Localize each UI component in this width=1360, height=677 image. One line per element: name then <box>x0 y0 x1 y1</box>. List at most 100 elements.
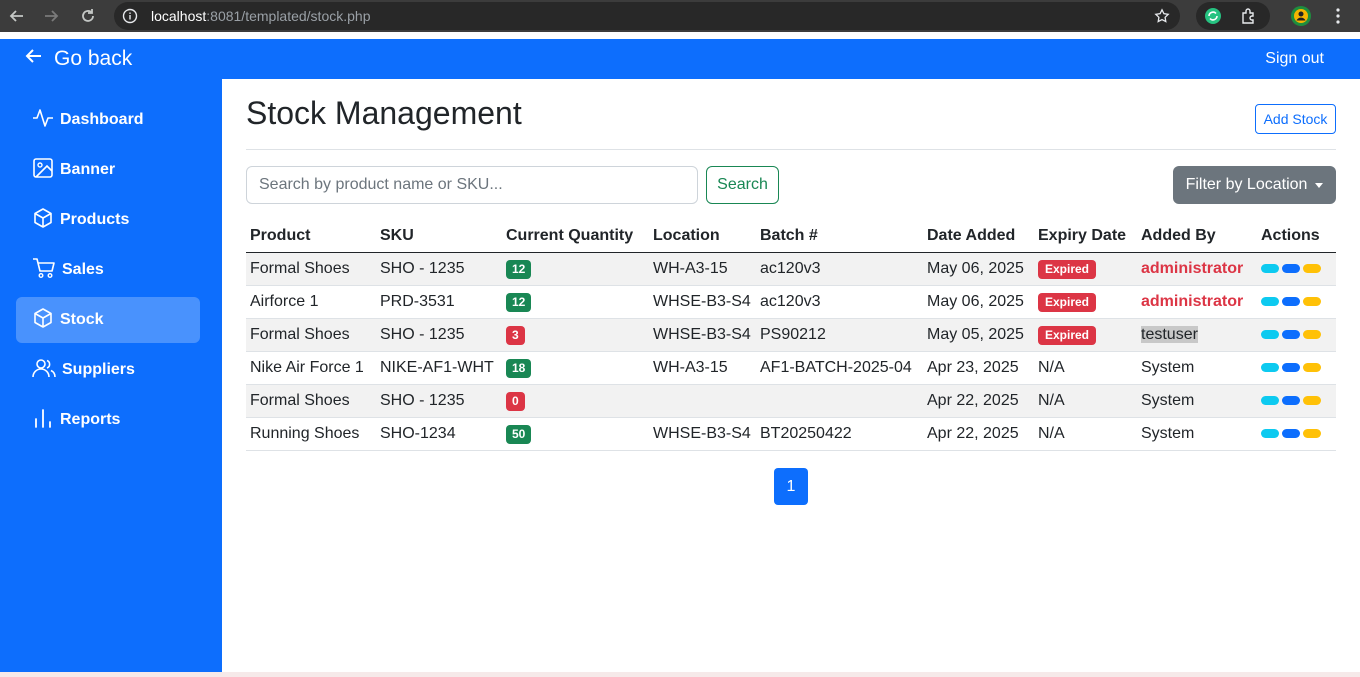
view-action-button[interactable] <box>1261 396 1279 406</box>
location-cell <box>649 384 756 418</box>
sidebar-item-label: Stock <box>60 311 104 328</box>
sidebar-item-sales[interactable]: Sales <box>16 247 200 293</box>
column-header[interactable]: Batch # <box>756 220 923 253</box>
batch-cell: ac120v3 <box>756 285 923 319</box>
puzzle-extensions-icon[interactable] <box>1240 7 1258 30</box>
edit-action-button[interactable] <box>1282 297 1300 307</box>
adjust-action-button[interactable] <box>1303 429 1321 439</box>
separator <box>0 32 1360 39</box>
table-header-row: Product SKU Current Quantity Location Ba… <box>246 220 1336 253</box>
expiry-cell: Expired <box>1034 318 1137 352</box>
actions-cell <box>1257 351 1336 385</box>
sidebar-item-label: Sales <box>62 261 104 278</box>
added-by-text: administrator <box>1141 293 1244 310</box>
quantity-cell: 50 <box>502 417 649 451</box>
search-input[interactable] <box>246 166 698 204</box>
product-cell: Formal Shoes <box>246 318 376 352</box>
adjust-action-button[interactable] <box>1303 297 1321 307</box>
address-bar[interactable]: localhost:8081/templated/stock.php <box>114 2 1180 30</box>
edit-action-button[interactable] <box>1282 396 1300 406</box>
back-arrow-icon[interactable] <box>4 0 30 32</box>
date-added-cell: May 06, 2025 <box>923 285 1034 319</box>
sidebar-item-label: Suppliers <box>62 361 135 378</box>
page-bottom-edge <box>0 672 1360 677</box>
quantity-cell: 18 <box>502 351 649 385</box>
forward-arrow-icon[interactable] <box>38 0 64 32</box>
sku-cell: SHO - 1235 <box>376 384 502 418</box>
added-by-text: System <box>1141 359 1195 376</box>
expiry-text: N/A <box>1038 359 1065 376</box>
sidebar: Dashboard Banner Products Sales Stock Su… <box>0 79 222 677</box>
go-back-label: Go back <box>54 47 133 70</box>
caret-down-icon <box>1315 182 1324 188</box>
date-added-cell: Apr 23, 2025 <box>923 351 1034 385</box>
filter-by-location-dropdown[interactable]: Filter by Location <box>1173 166 1336 204</box>
quantity-cell: 12 <box>502 285 649 319</box>
sign-out-link[interactable]: Sign out <box>1265 39 1324 79</box>
edit-action-button[interactable] <box>1282 429 1300 439</box>
product-cell: Airforce 1 <box>246 285 376 319</box>
edit-action-button[interactable] <box>1282 330 1300 340</box>
added-by-cell: System <box>1137 351 1257 385</box>
stock-table: Product SKU Current Quantity Location Ba… <box>246 220 1336 451</box>
edit-action-button[interactable] <box>1282 264 1300 274</box>
column-header[interactable]: Expiry Date <box>1034 220 1137 253</box>
view-action-button[interactable] <box>1261 297 1279 307</box>
expiry-cell: Expired <box>1034 285 1137 319</box>
view-action-button[interactable] <box>1261 330 1279 340</box>
box-icon <box>32 207 60 234</box>
table-row: Formal Shoes SHO - 1235 0 Apr 22, 2025 N/A Sy… <box>246 384 1336 418</box>
column-header[interactable]: Date Added <box>923 220 1034 253</box>
column-header[interactable]: Added By <box>1137 220 1257 253</box>
bookmark-star-icon[interactable] <box>1154 8 1170 24</box>
add-stock-button[interactable]: Add Stock <box>1255 104 1336 134</box>
column-header[interactable]: Current Quantity <box>502 220 649 253</box>
sku-cell: NIKE-AF1-WHT <box>376 351 502 385</box>
actions-cell <box>1257 417 1336 451</box>
profile-avatar-icon[interactable] <box>1290 5 1312 32</box>
activity-icon <box>32 107 60 134</box>
sku-cell: SHO - 1235 <box>376 252 502 286</box>
sidebar-item-banner[interactable]: Banner <box>16 147 200 193</box>
sync-extension-icon[interactable] <box>1204 7 1222 30</box>
adjust-action-button[interactable] <box>1303 264 1321 274</box>
adjust-action-button[interactable] <box>1303 330 1321 340</box>
sidebar-item-label: Products <box>60 211 130 228</box>
view-action-button[interactable] <box>1261 264 1279 274</box>
sidebar-item-suppliers[interactable]: Suppliers <box>16 347 200 393</box>
sidebar-item-dashboard[interactable]: Dashboard <box>16 97 200 143</box>
site-info-icon[interactable] <box>122 8 138 24</box>
column-header[interactable]: Product <box>246 220 376 253</box>
added-by-cell: administrator <box>1137 285 1257 319</box>
go-back-link[interactable]: Go back <box>24 39 132 79</box>
quantity-cell: 3 <box>502 318 649 352</box>
browser-menu-icon[interactable] <box>1330 7 1346 30</box>
sku-cell: SHO-1234 <box>376 417 502 451</box>
sidebar-item-reports[interactable]: Reports <box>16 397 200 443</box>
product-cell: Formal Shoes <box>246 384 376 418</box>
column-header[interactable]: SKU <box>376 220 502 253</box>
sidebar-item-stock[interactable]: Stock <box>16 297 200 343</box>
reload-icon[interactable] <box>75 0 101 32</box>
expiry-cell: N/A <box>1034 384 1137 418</box>
adjust-action-button[interactable] <box>1303 363 1321 373</box>
sidebar-item-products[interactable]: Products <box>16 197 200 243</box>
search-button[interactable]: Search <box>706 166 779 204</box>
column-header[interactable]: Location <box>649 220 756 253</box>
expiry-cell: Expired <box>1034 252 1137 286</box>
table-row: Formal Shoes SHO - 1235 12 WH-A3-15 ac120v3 M… <box>246 252 1336 286</box>
arrow-left-icon <box>24 46 54 72</box>
expiry-text: N/A <box>1038 392 1065 409</box>
sidebar-item-label: Dashboard <box>60 111 144 128</box>
box-icon <box>32 307 60 334</box>
date-added-cell: Apr 22, 2025 <box>923 384 1034 418</box>
added-by-cell: System <box>1137 417 1257 451</box>
column-header[interactable]: Actions <box>1257 220 1336 253</box>
view-action-button[interactable] <box>1261 429 1279 439</box>
location-cell: WH-A3-15 <box>649 351 756 385</box>
view-action-button[interactable] <box>1261 363 1279 373</box>
edit-action-button[interactable] <box>1282 363 1300 373</box>
adjust-action-button[interactable] <box>1303 396 1321 406</box>
pagination-page-1[interactable]: 1 <box>774 468 808 505</box>
expiry-text: N/A <box>1038 425 1065 442</box>
